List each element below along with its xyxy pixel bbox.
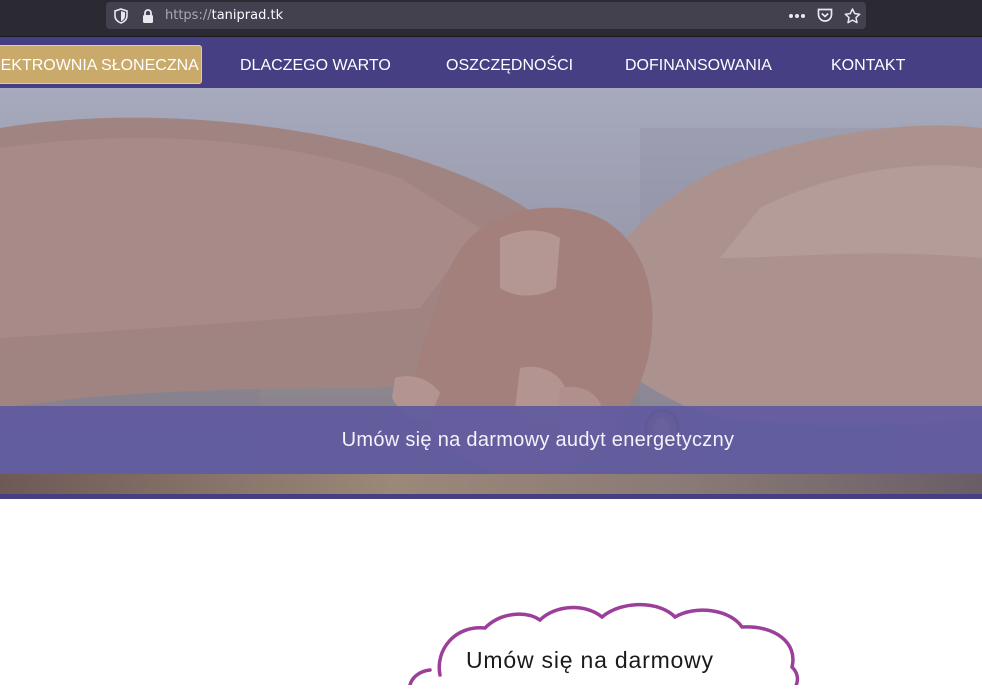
nav-item-dofinansowania[interactable]: DOFINANSOWANIA bbox=[625, 37, 772, 88]
cta-banner[interactable]: Umów się na darmowy audyt energetyczny bbox=[0, 406, 982, 474]
bookmark-star-icon[interactable] bbox=[842, 2, 862, 29]
more-dots-icon[interactable] bbox=[786, 2, 808, 29]
nav-item-oszczednosci[interactable]: OSZCZĘDNOŚCI bbox=[446, 37, 573, 88]
pocket-icon[interactable] bbox=[815, 2, 835, 29]
url-text[interactable]: https://taniprad.tk bbox=[165, 2, 283, 29]
lock-icon[interactable] bbox=[140, 2, 156, 29]
hero-border bbox=[0, 494, 982, 499]
main-navigation: ELEKTROWNIA SŁONECZNA DLACZEGO WARTO OSZ… bbox=[0, 37, 982, 88]
nav-item-kontakt[interactable]: KONTAKT bbox=[831, 37, 905, 88]
hero-image-bottom bbox=[0, 474, 982, 494]
browser-toolbar: https://taniprad.tk bbox=[0, 0, 982, 37]
nav-item-elektrownia[interactable]: ELEKTROWNIA SŁONECZNA bbox=[0, 45, 202, 84]
shield-icon[interactable] bbox=[112, 2, 130, 29]
cta-audit-link[interactable]: Umów się na darmowy audyt energetyczny bbox=[0, 406, 982, 474]
cloud-text: Umów się na darmowy bbox=[466, 647, 714, 673]
speech-cloud: Umów się na darmowy bbox=[339, 595, 820, 689]
address-bar[interactable]: https://taniprad.tk bbox=[106, 2, 866, 29]
nav-item-dlaczego-warto[interactable]: DLACZEGO WARTO bbox=[240, 37, 391, 88]
